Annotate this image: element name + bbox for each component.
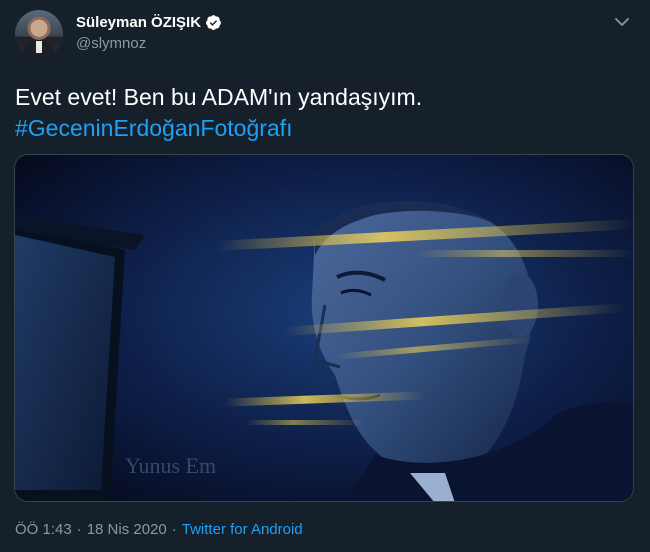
tweet-author[interactable]: Süleyman ÖZIŞIK @slymnoz: [76, 12, 222, 52]
tweet-body: Evet evet! Ben bu ADAM'ın yandaşıyım.: [15, 84, 423, 110]
meta-separator: ·: [171, 521, 177, 538]
avatar[interactable]: [15, 10, 63, 58]
tweet-time[interactable]: ÖÖ 1:43: [15, 521, 72, 538]
tweet-photo[interactable]: Yunus Em: [14, 154, 634, 502]
tweet-date[interactable]: 18 Nis 2020: [87, 521, 167, 538]
hashtag-link[interactable]: #GeceninErdoğanFotoğrafı: [15, 113, 635, 144]
chevron-down-icon[interactable]: [612, 12, 632, 32]
tweet: Süleyman ÖZIŞIK @slymnoz Evet evet! Ben …: [0, 0, 650, 552]
author-name-row: Süleyman ÖZIŞIK: [76, 12, 222, 32]
tweet-source-link[interactable]: Twitter for Android: [182, 521, 303, 538]
meta-separator: ·: [76, 521, 82, 538]
avatar-collar: [36, 41, 42, 53]
tweet-meta: ÖÖ 1:43 · 18 Nis 2020 · Twitter for Andr…: [15, 521, 303, 538]
verified-badge-icon: [205, 14, 222, 31]
author-display-name[interactable]: Süleyman ÖZIŞIK: [76, 14, 201, 31]
author-handle[interactable]: @slymnoz: [76, 35, 222, 52]
photo-watermark: Yunus Em: [125, 453, 216, 478]
photo-image: Yunus Em: [15, 155, 633, 501]
tweet-text: Evet evet! Ben bu ADAM'ın yandaşıyım. #G…: [15, 82, 635, 144]
